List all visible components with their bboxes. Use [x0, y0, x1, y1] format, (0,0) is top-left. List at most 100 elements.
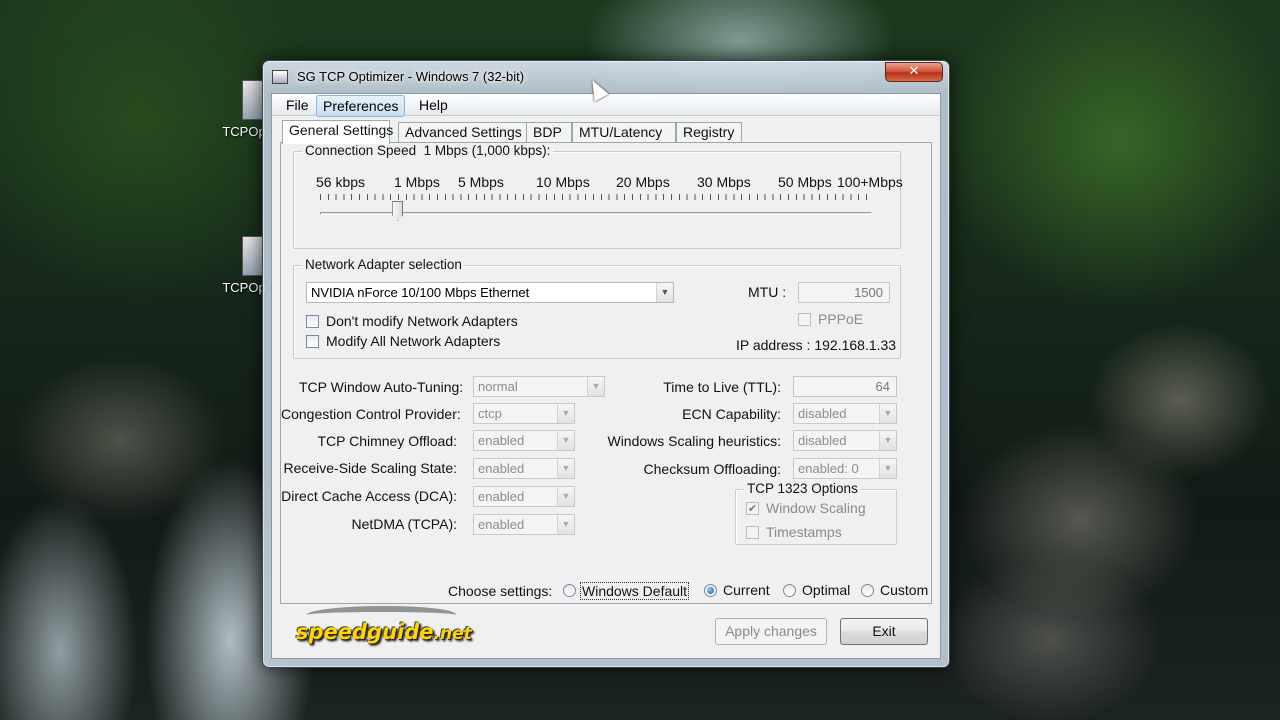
tab-bdp[interactable]: BDP: [526, 122, 572, 143]
menu-preferences[interactable]: Preferences: [316, 95, 406, 117]
rss-state-label: Receive-Side Scaling State:: [283, 460, 457, 476]
close-button[interactable]: ✕: [885, 62, 943, 82]
window-scaling-checkbox[interactable]: ✔: [746, 502, 759, 515]
speedguide-logo: speedguide.net: [296, 606, 472, 644]
speed-mark-20m: 20 Mbps: [616, 174, 670, 190]
connection-speed-slider-thumb[interactable]: [392, 201, 404, 221]
ecn-select[interactable]: disabled ▼: [793, 403, 897, 424]
speed-mark-30m: 30 Mbps: [697, 174, 751, 190]
radio-current-label[interactable]: Current: [723, 582, 770, 598]
logo-swoosh: [302, 606, 460, 624]
speed-mark-5m: 5 Mbps: [458, 174, 504, 190]
connection-speed-title: Connection Speed 1 Mbps (1,000 kbps):: [302, 143, 554, 158]
timestamps-checkbox[interactable]: [746, 526, 759, 539]
network-adapter-value: NVIDIA nForce 10/100 Mbps Ethernet: [311, 285, 530, 300]
menu-file[interactable]: File: [282, 97, 313, 113]
tab-advanced-settings[interactable]: Advanced Settings: [398, 122, 528, 143]
tcp1323-group: TCP 1323 Options ✔ Window Scaling Timest…: [735, 481, 897, 545]
window-scaling-label: Window Scaling: [766, 500, 866, 516]
dca-select[interactable]: enabled ▼: [473, 486, 575, 507]
speed-mark-50m: 50 Mbps: [778, 174, 832, 190]
tcp1323-title: TCP 1323 Options: [744, 481, 861, 496]
pppoe-label: PPPoE: [818, 311, 864, 327]
desktop-icon-label: TCPOp: [222, 280, 266, 295]
chevron-down-icon: ▼: [557, 515, 574, 534]
netdma-value: enabled: [478, 517, 525, 532]
choose-settings-label: Choose settings:: [448, 583, 553, 599]
dont-modify-adapters-checkbox[interactable]: [306, 315, 319, 328]
desktop-icon-label: TCPOp: [222, 124, 266, 139]
auto-tuning-label: TCP Window Auto-Tuning:: [299, 379, 464, 395]
chimney-offload-value: enabled: [478, 433, 525, 448]
scaling-heuristics-label: Windows Scaling heuristics:: [607, 433, 781, 449]
mtu-field[interactable]: 1500: [798, 282, 890, 303]
radio-windows-default[interactable]: [563, 584, 576, 597]
radio-windows-default-label[interactable]: Windows Default: [580, 582, 690, 600]
chevron-down-icon: ▼: [557, 431, 574, 450]
pppoe-checkbox[interactable]: [798, 313, 811, 326]
radio-optimal-label[interactable]: Optimal: [802, 582, 850, 598]
dont-modify-adapters-label: Don't modify Network Adapters: [326, 313, 518, 329]
ecn-value: disabled: [798, 406, 847, 421]
rss-state-value: enabled: [478, 461, 525, 476]
radio-custom-label[interactable]: Custom: [880, 582, 928, 598]
exit-button[interactable]: Exit: [840, 618, 928, 645]
chimney-offload-label: TCP Chimney Offload:: [317, 433, 457, 449]
apply-changes-button[interactable]: Apply changes: [715, 618, 827, 645]
connection-speed-value: 1 Mbps (1,000 kbps):: [423, 143, 551, 158]
ttl-field[interactable]: 64: [793, 376, 897, 397]
network-adapter-select[interactable]: NVIDIA nForce 10/100 Mbps Ethernet ▼: [306, 282, 674, 303]
tab-registry[interactable]: Registry: [676, 122, 742, 143]
speed-mark-1m: 1 Mbps: [394, 174, 440, 190]
congestion-provider-value: ctcp: [478, 406, 502, 421]
window-client: File Preferences Help General Settings A…: [271, 93, 941, 659]
network-adapter-group: Network Adapter selection NVIDIA nForce …: [293, 257, 901, 359]
radio-optimal[interactable]: [783, 584, 796, 597]
tab-mtu-latency[interactable]: MTU/Latency: [572, 122, 676, 143]
modify-all-adapters-checkbox[interactable]: [306, 335, 319, 348]
checksum-offloading-select[interactable]: enabled: 0 ▼: [793, 458, 897, 479]
chevron-down-icon: ▼: [557, 459, 574, 478]
chevron-down-icon: ▼: [557, 487, 574, 506]
rss-state-select[interactable]: enabled ▼: [473, 458, 575, 479]
connection-speed-group: Connection Speed 1 Mbps (1,000 kbps): 56…: [293, 143, 903, 249]
logo-suffix: .net: [433, 624, 472, 644]
scaling-heuristics-select[interactable]: disabled ▼: [793, 430, 897, 451]
checksum-offloading-value: enabled: 0: [798, 461, 859, 476]
auto-tuning-select[interactable]: normal ▼: [473, 376, 605, 397]
tcp-optimizer-window: SG TCP Optimizer - Windows 7 (32-bit) ✕ …: [262, 60, 950, 668]
modify-all-adapters-label: Modify All Network Adapters: [326, 333, 501, 349]
chevron-down-icon: ▼: [557, 404, 574, 423]
file-icon: [242, 80, 264, 120]
chevron-down-icon: ▼: [879, 459, 896, 478]
checksum-offloading-label: Checksum Offloading:: [643, 461, 781, 477]
chevron-down-icon: ▼: [879, 404, 896, 423]
scaling-heuristics-value: disabled: [798, 433, 847, 448]
netdma-select[interactable]: enabled ▼: [473, 514, 575, 535]
menu-help[interactable]: Help: [415, 97, 452, 113]
dca-value: enabled: [478, 489, 525, 504]
speed-mark-100m: 100+Mbps: [837, 174, 903, 190]
check-icon: ✔: [747, 502, 758, 515]
network-adapter-title: Network Adapter selection: [302, 257, 465, 272]
mtu-label: MTU :: [748, 284, 787, 300]
general-settings-panel: Connection Speed 1 Mbps (1,000 kbps): 56…: [280, 142, 932, 604]
dca-label: Direct Cache Access (DCA):: [281, 488, 457, 504]
congestion-provider-label: Congestion Control Provider:: [281, 406, 461, 422]
radio-current[interactable]: [704, 584, 717, 597]
congestion-provider-select[interactable]: ctcp ▼: [473, 403, 575, 424]
chevron-down-icon: ▼: [656, 283, 673, 302]
ip-address: IP address : 192.168.1.33: [736, 337, 897, 353]
ecn-label: ECN Capability:: [682, 406, 781, 422]
chimney-offload-select[interactable]: enabled ▼: [473, 430, 575, 451]
chevron-down-icon: ▼: [587, 377, 604, 396]
app-icon: [272, 70, 288, 84]
speed-mark-56k: 56 kbps: [316, 174, 366, 190]
ttl-label: Time to Live (TTL):: [663, 379, 781, 395]
speed-mark-10m: 10 Mbps: [536, 174, 590, 190]
chevron-down-icon: ▼: [879, 431, 896, 450]
window-title: SG TCP Optimizer - Windows 7 (32-bit): [297, 69, 525, 84]
radio-custom[interactable]: [861, 584, 874, 597]
slider-ticks: [320, 194, 870, 200]
tab-general-settings[interactable]: General Settings: [282, 120, 393, 144]
